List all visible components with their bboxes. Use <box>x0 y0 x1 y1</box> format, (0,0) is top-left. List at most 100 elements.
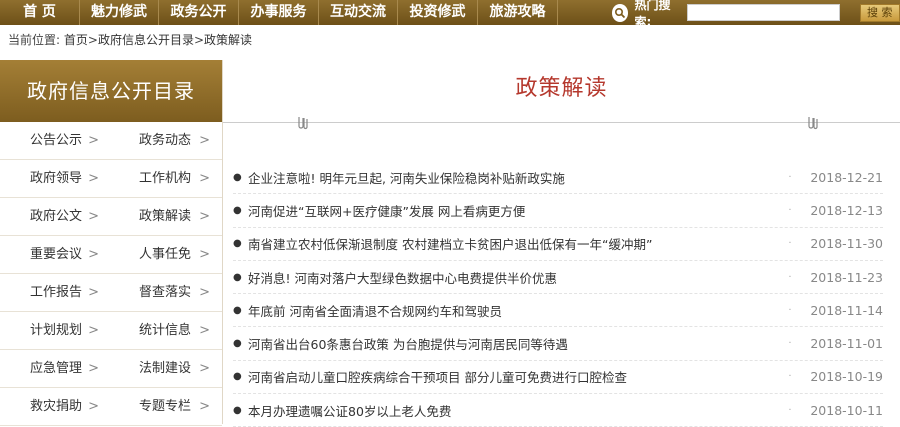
bullet-icon: ● <box>233 204 242 216</box>
breadcrumb-separator: > <box>87 33 98 47</box>
sidebar-item-label: 法制建设 <box>139 361 192 376</box>
article-link[interactable]: 企业注意啦! 明年元旦起, 河南失业保险稳岗补贴新政实施 <box>248 168 781 187</box>
article-link[interactable]: 好消息! 河南对落户大型绿色数据中心电费提供半价优惠 <box>248 268 781 287</box>
sidebar-item-label: 政府领导 <box>30 171 83 186</box>
bullet-icon: · <box>788 171 792 183</box>
list-item: ● 南省建立农村低保渐退制度 农村建档立卡贫困户退出低保有一年“缓冲期” · 2018… <box>233 228 883 261</box>
chevron-right-icon: > <box>199 133 210 148</box>
bullet-icon: ● <box>233 271 242 283</box>
chevron-right-icon: > <box>88 285 99 300</box>
sidebar-item[interactable]: 政府领导 > <box>0 160 111 198</box>
chevron-right-icon: > <box>199 399 210 414</box>
nav-item-government-affairs[interactable]: 政务公开 <box>159 0 239 25</box>
chevron-right-icon: > <box>199 285 210 300</box>
bullet-icon: · <box>788 304 792 316</box>
nav-item-interaction[interactable]: 互动交流 <box>319 0 398 25</box>
sidebar-item-label: 救灾捐助 <box>30 399 83 414</box>
chevron-right-icon: > <box>88 247 99 262</box>
sidebar-item-label: 重要会议 <box>30 247 83 262</box>
chevron-right-icon: > <box>88 133 99 148</box>
main-content: 政策解读 ● 企业注意啦! 明年元旦起, 河南失业保险稳岗补贴新政实施 · 2018-… <box>223 60 900 427</box>
bullet-icon: ● <box>233 404 242 416</box>
bullet-icon: · <box>788 404 792 416</box>
list-item: ● 河南省启动儿童口腔疾病综合干预项目 部分儿童可免费进行口腔检查 · 2018-10… <box>233 361 883 395</box>
nav-item-services[interactable]: 办事服务 <box>239 0 319 25</box>
bullet-icon: · <box>788 271 792 283</box>
article-link[interactable]: 河南省启动儿童口腔疾病综合干预项目 部分儿童可免费进行口腔检查 <box>248 367 781 386</box>
sidebar-item[interactable]: 专题专栏 > <box>111 388 222 426</box>
sidebar-item-label: 督查落实 <box>139 285 192 300</box>
sidebar-item[interactable]: 工作报告 > <box>0 274 111 312</box>
article-date: 2018-10-19 <box>810 369 883 385</box>
search-icon <box>612 3 629 22</box>
article-date: 2018-11-30 <box>810 236 883 252</box>
breadcrumb-separator: > <box>193 33 205 47</box>
sidebar-item-label: 政府公文 <box>30 209 83 224</box>
article-link[interactable]: 本月办理遗嘱公证80岁以上老人免费 <box>248 401 781 420</box>
bullet-icon: · <box>788 238 792 250</box>
bullet-icon: ● <box>233 171 242 183</box>
breadcrumb-home[interactable]: 首页 <box>64 33 88 47</box>
sidebar-item[interactable]: 计划规划 > <box>0 312 111 350</box>
article-link[interactable]: 年底前 河南省全面清退不合规网约车和驾驶员 <box>248 301 781 320</box>
breadcrumb-level1[interactable]: 政府信息公开目录 <box>98 33 194 47</box>
article-list: ● 企业注意啦! 明年元旦起, 河南失业保险稳岗补贴新政实施 · 2018-12-21… <box>233 161 883 427</box>
chevron-right-icon: > <box>88 323 99 338</box>
sidebar: 政府信息公开目录 公告公示 > 政务动态 > 政府领导 > 工作机构 > 政府公文 > 政… <box>0 60 223 426</box>
title-divider <box>223 122 900 123</box>
search-input[interactable] <box>686 4 840 21</box>
article-date: 2018-11-23 <box>810 269 883 285</box>
nav-item-home[interactable]: 首 页 <box>0 0 80 25</box>
sidebar-item[interactable]: 应急管理 > <box>0 350 111 388</box>
sidebar-title: 政府信息公开目录 <box>0 60 222 122</box>
sidebar-item[interactable]: 工作机构 > <box>111 160 222 198</box>
chevron-right-icon: > <box>199 361 210 376</box>
sidebar-item-label: 应急管理 <box>30 361 83 376</box>
sidebar-item-label: 专题专栏 <box>139 399 192 414</box>
nav-item-charm[interactable]: 魅力修武 <box>80 0 159 25</box>
article-link[interactable]: 南省建立农村低保渐退制度 农村建档立卡贫困户退出低保有一年“缓冲期” <box>248 234 781 253</box>
bullet-icon: · <box>788 371 792 383</box>
sidebar-item[interactable]: 公告公示 > <box>0 122 111 160</box>
sidebar-item-label: 政务动态 <box>139 133 192 148</box>
nav-item-travel[interactable]: 旅游攻略 <box>478 0 558 25</box>
sidebar-item[interactable]: 统计信息 > <box>111 312 222 350</box>
sidebar-item[interactable]: 法制建设 > <box>111 350 222 388</box>
chevron-right-icon: > <box>199 209 210 224</box>
bullet-icon: ● <box>233 304 242 316</box>
article-link[interactable]: 河南省出台60条惠台政策 为台胞提供与河南居民同等待遇 <box>248 334 781 353</box>
list-item: ● 河南省出台60条惠台政策 为台胞提供与河南居民同等待遇 · 2018-11-01 <box>233 327 883 361</box>
search-label: 热门搜索: <box>634 0 671 29</box>
sidebar-item[interactable]: 人事任免 > <box>111 236 222 274</box>
paperclip-icon <box>805 115 819 131</box>
breadcrumb: 当前位置: 首页>政府信息公开目录>政策解读 <box>8 30 252 50</box>
list-item: ● 年底前 河南省全面清退不合规网约车和驾驶员 · 2018-11-14 <box>233 294 883 328</box>
bullet-icon: · <box>788 204 792 216</box>
bullet-icon: ● <box>233 338 242 350</box>
sidebar-item-label: 工作机构 <box>139 171 192 186</box>
breadcrumb-prefix: 当前位置: <box>8 33 61 47</box>
breadcrumb-level2[interactable]: 政策解读 <box>204 33 252 47</box>
sidebar-item[interactable]: 救灾捐助 > <box>0 388 111 426</box>
sidebar-item[interactable]: 督查落实 > <box>111 274 222 312</box>
sidebar-menu: 公告公示 > 政务动态 > 政府领导 > 工作机构 > 政府公文 > 政策解读 > 重要会议… <box>0 122 222 426</box>
article-link[interactable]: 河南促进“互联网+医疗健康”发展 网上看病更方便 <box>248 201 781 220</box>
article-date: 2018-12-21 <box>810 169 883 185</box>
sidebar-item[interactable]: 政务动态 > <box>111 122 222 160</box>
sidebar-item-label: 公告公示 <box>30 133 83 148</box>
sidebar-item[interactable]: 重要会议 > <box>0 236 111 274</box>
sidebar-item-label: 工作报告 <box>30 285 83 300</box>
chevron-right-icon: > <box>88 209 99 224</box>
list-item: ● 河南促进“互联网+医疗健康”发展 网上看病更方便 · 2018-12-13 <box>233 194 883 228</box>
article-date: 2018-11-01 <box>810 336 883 352</box>
sidebar-item[interactable]: 政策解读 > <box>111 198 222 236</box>
list-item: ● 企业注意啦! 明年元旦起, 河南失业保险稳岗补贴新政实施 · 2018-12-21 <box>233 161 883 195</box>
search-button[interactable]: 搜 索 <box>859 3 900 22</box>
article-date: 2018-10-11 <box>810 402 883 418</box>
sidebar-item-label: 政策解读 <box>139 209 192 224</box>
sidebar-item[interactable]: 政府公文 > <box>0 198 111 236</box>
page-title: 政策解读 <box>515 76 608 101</box>
sidebar-item-label: 人事任免 <box>139 247 192 262</box>
list-item: ● 好消息! 河南对落户大型绿色数据中心电费提供半价优惠 · 2018-11-23 <box>233 261 883 295</box>
nav-item-investment[interactable]: 投资修武 <box>398 0 478 25</box>
